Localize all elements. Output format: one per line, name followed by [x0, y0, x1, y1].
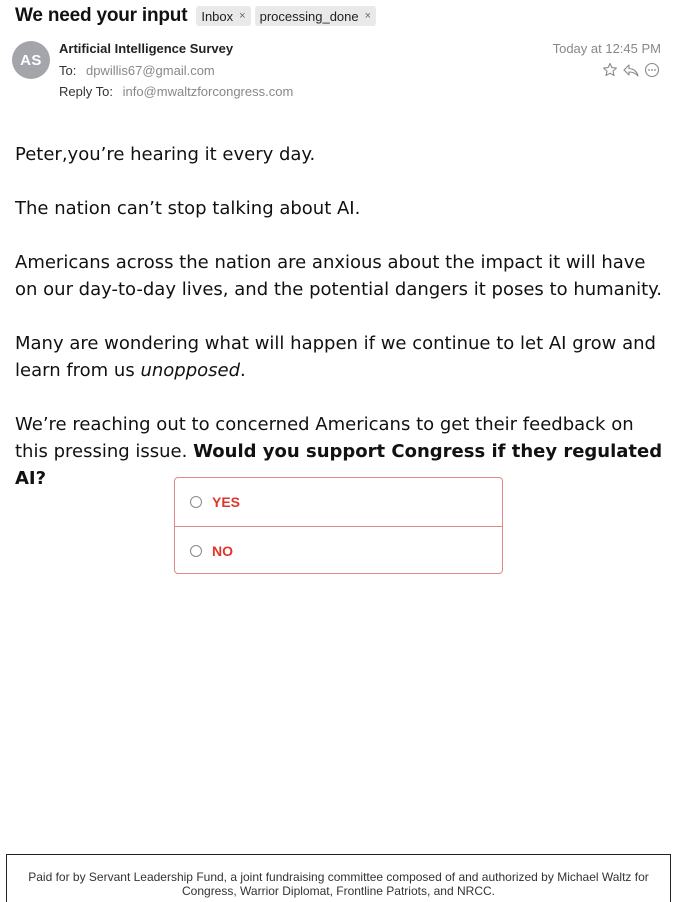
tag-processing-done[interactable]: processing_done × [254, 6, 377, 26]
emphasis-text: unopposed [140, 360, 241, 381]
tag-label: processing_done [259, 8, 359, 24]
radio-button-icon[interactable] [190, 496, 202, 508]
to-address[interactable]: dpwillis67@gmail.com [86, 63, 215, 78]
reply-to-line: Reply To: info@mwaltzforcongress.com [59, 84, 293, 99]
to-label: To: [59, 63, 77, 78]
body-text-segment: Many are wondering what will happen if w… [15, 333, 656, 381]
poll-option-yes[interactable]: YES [175, 478, 502, 526]
message-actions [600, 60, 661, 79]
to-line: To: dpwillis67@gmail.com [59, 63, 215, 78]
greeting-paragraph: Peter,you’re hearing it every day. [15, 144, 316, 165]
body-paragraph: Americans across the nation are anxious … [15, 252, 662, 300]
poll-box: YES NO [174, 477, 503, 574]
body-paragraph: Many are wondering what will happen if w… [15, 330, 663, 384]
timestamp: Today at 12:45 PM [552, 41, 661, 56]
paid-for-disclaimer: Paid for by Servant Leadership Fund, a j… [6, 854, 671, 902]
more-icon[interactable] [642, 60, 661, 79]
tag-inbox[interactable]: Inbox × [196, 6, 251, 26]
tag-remove-icon[interactable]: × [365, 10, 371, 22]
tag-label: Inbox [201, 8, 234, 24]
reply-to-label: Reply To: [59, 84, 113, 99]
poll-option-label[interactable]: YES [212, 494, 240, 510]
body-paragraph: The nation can’t stop talking about AI. [15, 198, 361, 219]
body-text-segment: . [240, 360, 246, 381]
subject-row: We need your input Inbox × processing_do… [15, 5, 380, 27]
tag-remove-icon[interactable]: × [239, 10, 245, 22]
poll-option-label[interactable]: NO [212, 543, 233, 559]
reply-to-address[interactable]: info@mwaltzforcongress.com [123, 84, 294, 99]
star-icon[interactable] [600, 60, 619, 79]
email-subject: We need your input [15, 5, 188, 26]
reply-icon[interactable] [621, 60, 640, 79]
avatar: AS [12, 41, 50, 79]
poll-option-no[interactable]: NO [175, 526, 502, 574]
email-body: Peter,you’re hearing it every day. The n… [15, 141, 663, 519]
radio-button-icon[interactable] [190, 544, 202, 557]
sender-name[interactable]: Artificial Intelligence Survey [59, 41, 233, 56]
